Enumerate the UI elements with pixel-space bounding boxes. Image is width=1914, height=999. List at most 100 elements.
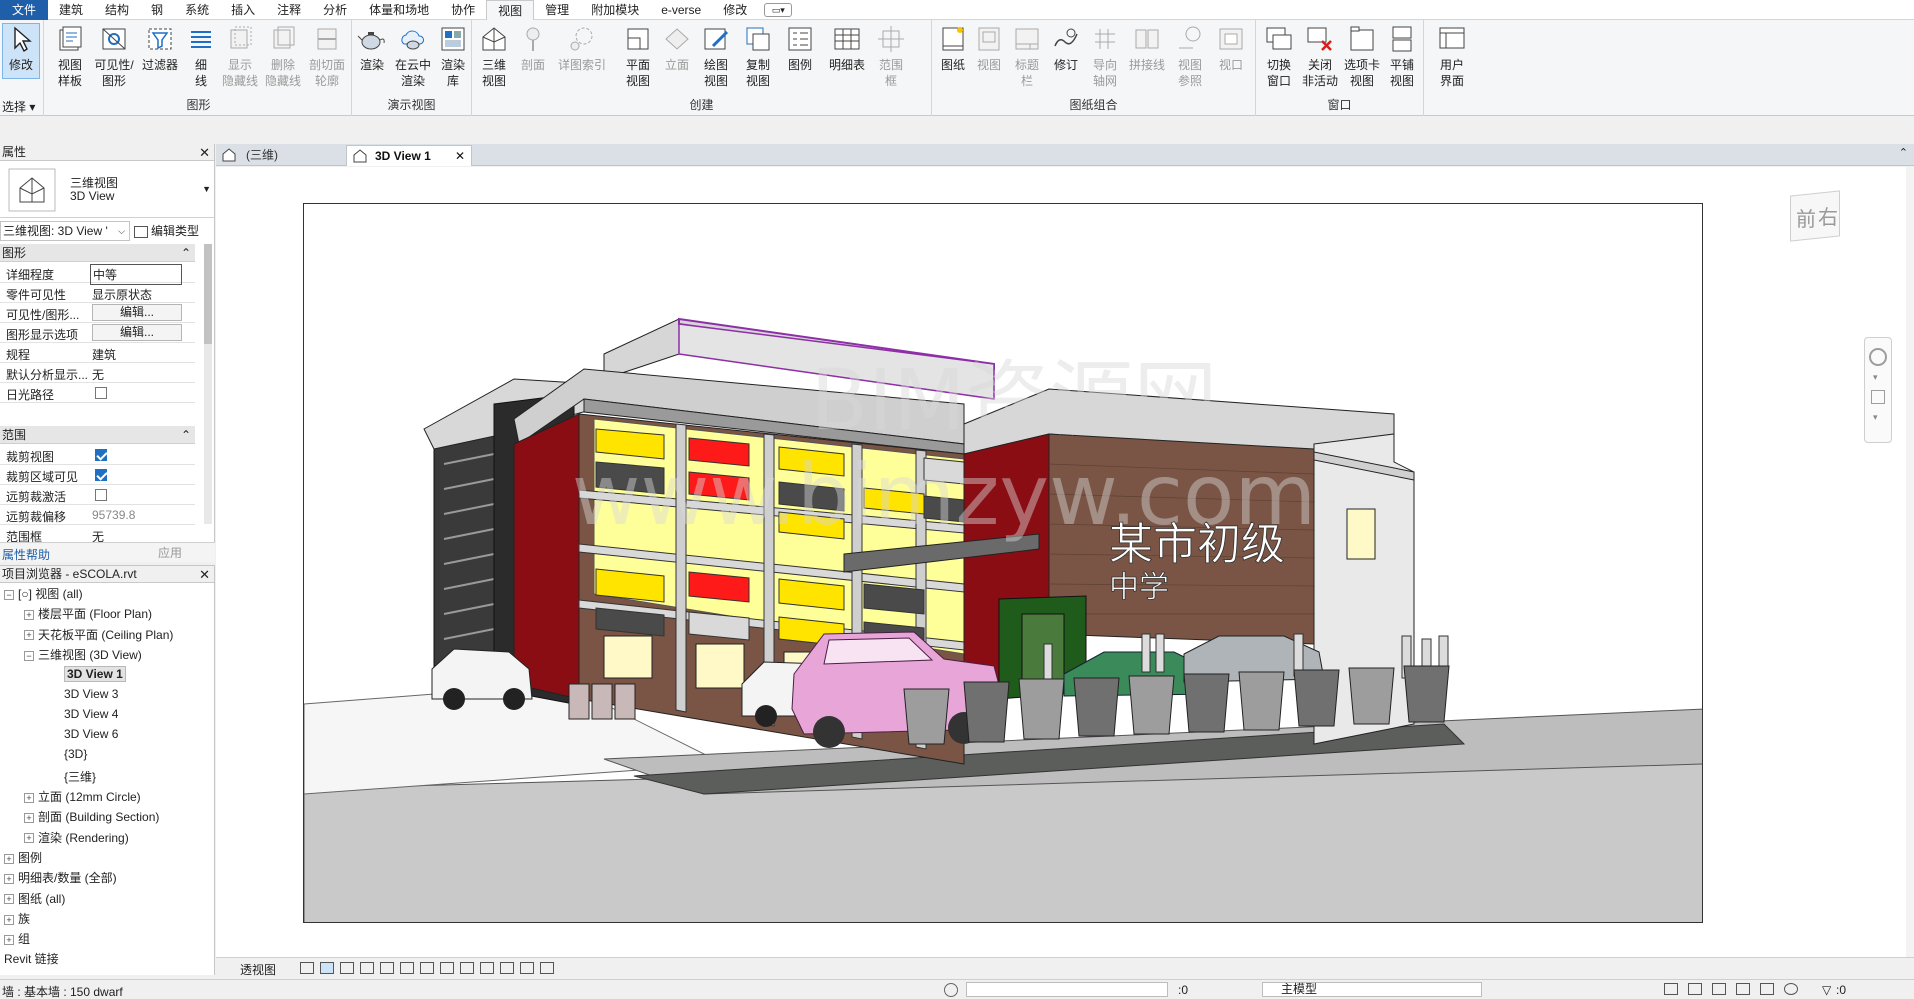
- menu-item[interactable]: 文件: [0, 0, 49, 20]
- instance-selector[interactable]: 三维视图: 3D View ' ⌵: [0, 221, 130, 241]
- render-dialog-icon[interactable]: [380, 962, 394, 974]
- cloud-render-button[interactable]: 在云中 渲染: [392, 24, 434, 89]
- tree-node[interactable]: + 楼层平面 (Floor Plan): [24, 605, 152, 622]
- tab-3d-default[interactable]: (三维): [218, 145, 346, 166]
- render-button[interactable]: 渲染: [354, 24, 390, 73]
- plan-view-button[interactable]: 平面 视图: [618, 24, 658, 89]
- tree-node[interactable]: {3D}: [64, 747, 87, 761]
- modify-button[interactable]: 修改: [2, 23, 40, 79]
- property-row[interactable]: 远剪裁激活: [0, 485, 195, 505]
- user-interface-button[interactable]: 用户 界面: [1430, 24, 1474, 89]
- workset-dropdown[interactable]: [966, 982, 1168, 997]
- viewport-scrollbar[interactable]: [1906, 167, 1914, 957]
- expand-icon[interactable]: +: [4, 894, 14, 905]
- tab-overflow-icon[interactable]: ⌃: [1899, 146, 1908, 159]
- section-button[interactable]: 剖面: [516, 24, 550, 73]
- tree-node[interactable]: 3D View 6: [64, 727, 118, 741]
- matchline-button[interactable]: 拼接线: [1126, 24, 1168, 73]
- guide-grid-button[interactable]: 导向 轴网: [1086, 24, 1124, 89]
- tree-node[interactable]: + 天花板平面 (Ceiling Plan): [24, 626, 173, 643]
- close-icon[interactable]: ✕: [199, 144, 210, 161]
- extents-group-header[interactable]: 范围 ⌃: [0, 426, 195, 444]
- expand-icon[interactable]: +: [24, 813, 34, 824]
- menu-item[interactable]: 系统: [174, 0, 220, 20]
- close-icon[interactable]: ✕: [455, 146, 465, 166]
- tree-node[interactable]: − [○] 视图 (all): [4, 585, 83, 602]
- tree-node[interactable]: + 剖面 (Building Section): [24, 808, 159, 825]
- menu-item[interactable]: e-verse: [650, 0, 712, 20]
- property-row[interactable]: 裁剪区域可见: [0, 465, 195, 485]
- render-gallery-button[interactable]: 渲染 库: [436, 24, 470, 89]
- tree-node[interactable]: + 立面 (12mm Circle): [24, 788, 141, 805]
- property-edit-button[interactable]: 编辑...: [92, 304, 182, 321]
- menu-item[interactable]: 体量和场地: [358, 0, 440, 20]
- expand-icon[interactable]: +: [4, 914, 14, 925]
- drawing-viewport[interactable]: BIM资源网 www.bimzyw.com 某市初级 中学 前 右 ▾ ▾: [216, 167, 1914, 957]
- visual-style-icon[interactable]: [320, 962, 334, 974]
- menu-item[interactable]: 附加模块: [580, 0, 650, 20]
- place-view-button[interactable]: 视图: [972, 24, 1006, 73]
- tree-node[interactable]: 3D View 3: [64, 687, 118, 701]
- remove-hidden-lines-button[interactable]: 删除 隐藏线: [262, 24, 304, 89]
- constraints-icon[interactable]: [540, 962, 554, 974]
- view-cube[interactable]: 前 右: [1776, 189, 1842, 247]
- apply-button[interactable]: 应用: [128, 544, 212, 560]
- tree-node[interactable]: − 三维视图 (3D View): [24, 646, 142, 663]
- sun-path-icon[interactable]: [340, 962, 354, 974]
- cut-profile-button[interactable]: 剖切面 轮廓: [306, 24, 348, 89]
- expand-icon[interactable]: +: [4, 874, 14, 885]
- properties-help-link[interactable]: 属性帮助: [2, 546, 50, 563]
- property-row[interactable]: 默认分析显示... 无: [0, 363, 195, 383]
- duplicate-view-button[interactable]: 复制 视图: [738, 24, 778, 89]
- menu-item[interactable]: 分析: [312, 0, 358, 20]
- tree-node[interactable]: Revit 链接: [4, 950, 59, 967]
- drag-elements-icon[interactable]: [1760, 983, 1774, 995]
- scope-box-button[interactable]: 范围 框: [874, 24, 908, 89]
- graphics-group-header[interactable]: 图形 ⌃: [0, 244, 195, 262]
- menu-item[interactable]: 视图: [486, 0, 535, 20]
- unlock-view-icon[interactable]: [440, 962, 454, 974]
- property-row[interactable]: 远剪裁偏移 95739.8: [0, 505, 195, 525]
- crop-region-icon[interactable]: [420, 962, 434, 974]
- property-row[interactable]: 详细程度 中等: [0, 263, 195, 285]
- property-checkbox[interactable]: [95, 387, 107, 399]
- menu-item[interactable]: 协作: [440, 0, 486, 20]
- property-row[interactable]: 可见性/图形... 编辑...: [0, 303, 195, 323]
- tab-views-button[interactable]: 选项卡 视图: [1342, 24, 1382, 89]
- filters-button[interactable]: 过滤器: [138, 24, 182, 73]
- highlight-displacement-icon[interactable]: [520, 962, 534, 974]
- menu-item[interactable]: 注释: [266, 0, 312, 20]
- select-links-icon[interactable]: [1664, 983, 1678, 995]
- viewports-button[interactable]: 视口: [1212, 24, 1250, 73]
- filter-icon[interactable]: ▽: [1822, 983, 1831, 997]
- view-mode-label[interactable]: 透视图: [240, 961, 276, 978]
- property-row[interactable]: 零件可见性 显示原状态: [0, 283, 195, 303]
- analytical-model-icon[interactable]: [500, 962, 514, 974]
- switch-windows-button[interactable]: 切换 窗口: [1260, 24, 1298, 89]
- select-underlay-icon[interactable]: [1688, 983, 1702, 995]
- collapse-icon[interactable]: −: [24, 650, 34, 661]
- edit-type-button[interactable]: 编辑类型: [134, 221, 199, 241]
- detail-level-icon[interactable]: [300, 962, 314, 974]
- tree-node[interactable]: + 图纸 (all): [4, 890, 65, 907]
- property-edit-button[interactable]: 编辑...: [92, 324, 182, 341]
- property-row[interactable]: 裁剪视图: [0, 445, 195, 465]
- property-row[interactable]: 规程 建筑: [0, 343, 195, 363]
- chevron-down-icon[interactable]: ▾: [1873, 412, 1878, 423]
- thin-lines-button[interactable]: 细 线: [184, 24, 218, 89]
- tree-node[interactable]: + 图例: [4, 849, 42, 866]
- expand-icon[interactable]: +: [24, 833, 34, 844]
- close-icon[interactable]: ✕: [199, 566, 210, 583]
- collapse-icon[interactable]: −: [4, 589, 14, 600]
- show-hidden-lines-button[interactable]: 显示 隐藏线: [220, 24, 260, 89]
- expand-icon[interactable]: +: [4, 934, 14, 945]
- property-checkbox[interactable]: [95, 489, 107, 501]
- 3d-view-button[interactable]: 三维 视图: [474, 24, 514, 89]
- menu-item[interactable]: 钢: [140, 0, 174, 20]
- close-inactive-button[interactable]: 关闭 非活动: [1300, 24, 1340, 89]
- schedule-button[interactable]: 明细表: [824, 24, 870, 73]
- drafting-view-button[interactable]: 绘图 视图: [696, 24, 736, 89]
- design-option-dropdown[interactable]: 主模型: [1262, 982, 1482, 997]
- select-dropdown[interactable]: 选择 ▾: [2, 98, 35, 115]
- steering-wheel-icon[interactable]: [1869, 348, 1887, 366]
